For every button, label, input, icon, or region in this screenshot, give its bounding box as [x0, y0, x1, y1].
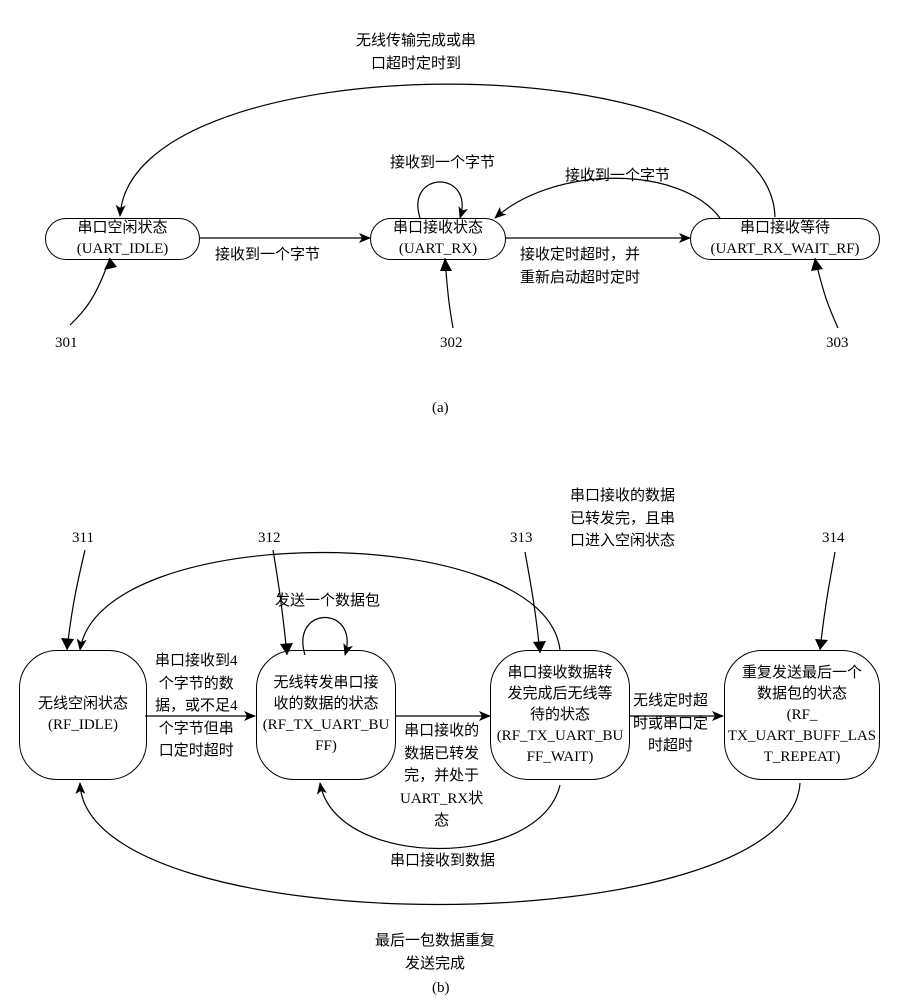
- state-rf-repeat: 重复发送最后一个 数据包的状态 (RF_ TX_UART_BUFF_LAS T_…: [724, 650, 880, 780]
- state-code: (UART_RX_WAIT_RF): [710, 239, 859, 260]
- state-label-l5: T_REPEAT): [764, 747, 841, 768]
- label-wait-to-repeat: 无线定时超 时或串口定 时超时: [633, 690, 708, 758]
- state-label: 串口接收等待: [740, 218, 830, 239]
- ref-303: 303: [826, 332, 849, 355]
- ref-301: 301: [55, 332, 78, 355]
- state-rf-tx-buff: 无线转发串口接 收的数据的状态 (RF_TX_UART_BU FF): [256, 650, 396, 780]
- label-repeat-to-idle: 最后一包数据重复 发送完成: [375, 930, 495, 975]
- sublabel-a: (a): [432, 400, 449, 417]
- state-code: (UART_RX): [399, 239, 477, 260]
- state-code: (UART_IDLE): [77, 239, 169, 260]
- state-label-l1: 无线转发串口接: [273, 673, 378, 694]
- state-label-l2: 收的数据的状态: [273, 694, 378, 715]
- state-label-l1: 重复发送最后一个: [742, 663, 862, 684]
- state-label-l3: (RF_: [787, 705, 818, 726]
- state-label-l2: 数据包的状态: [757, 684, 847, 705]
- state-label-l3: (RF_TX_UART_BU: [263, 715, 390, 736]
- label-wait-to-rx: 接收到一个字节: [565, 165, 670, 188]
- state-label-l2: 发完成后无线等: [507, 684, 612, 705]
- sublabel-b: (b): [432, 980, 450, 997]
- ref-314: 314: [822, 527, 845, 550]
- ref-313: 313: [510, 527, 533, 550]
- ref-302: 302: [440, 332, 463, 355]
- state-rf-tx-wait: 串口接收数据转 发完成后无线等 待的状态 (RF_TX_UART_BU FF_W…: [490, 650, 630, 780]
- state-label-l1: 串口接收数据转: [507, 663, 612, 684]
- label-rx-loop: 接收到一个字节: [390, 152, 495, 175]
- label-wait-to-tx-bottom: 串口接收到数据: [390, 850, 495, 873]
- state-label-l4: TX_UART_BUFF_LAS: [728, 726, 876, 747]
- state-label-l4: (RF_TX_UART_BU: [497, 726, 624, 747]
- state-rf-idle: 无线空闲状态 (RF_IDLE): [19, 650, 147, 780]
- label-idle-to-tx: 串口接收到4 个字节的数 据，或不足4 个字节但串 口定时超时: [155, 650, 238, 763]
- label-rx-to-wait: 接收定时超时，并 重新启动超时定时: [520, 244, 640, 289]
- state-label: 串口接收状态: [393, 218, 483, 239]
- ref-311: 311: [72, 527, 94, 550]
- label-wait-to-idle-top: 串口接收的数据 已转发完，且串 口进入空闲状态: [570, 485, 675, 553]
- state-code: (RF_IDLE): [48, 715, 118, 736]
- state-label-l5: FF_WAIT): [527, 747, 594, 768]
- state-uart-idle: 串口空闲状态 (UART_IDLE): [45, 218, 200, 260]
- state-uart-rx-wait: 串口接收等待 (UART_RX_WAIT_RF): [690, 218, 880, 260]
- label-wait-to-idle: 无线传输完成或串 口超时定时到: [356, 30, 476, 75]
- label-tx-loop: 发送一个数据包: [275, 590, 380, 613]
- state-label-l4: FF): [315, 736, 337, 757]
- ref-312: 312: [258, 527, 281, 550]
- state-label: 串口空闲状态: [77, 218, 167, 239]
- state-label: 无线空闲状态: [38, 694, 128, 715]
- label-idle-to-rx: 接收到一个字节: [215, 244, 320, 267]
- label-tx-to-wait: 串口接收的 数据已转发 完，并处于 UART_RX状 态: [400, 720, 483, 833]
- state-uart-rx: 串口接收状态 (UART_RX): [370, 218, 506, 260]
- state-label-l3: 待的状态: [530, 705, 590, 726]
